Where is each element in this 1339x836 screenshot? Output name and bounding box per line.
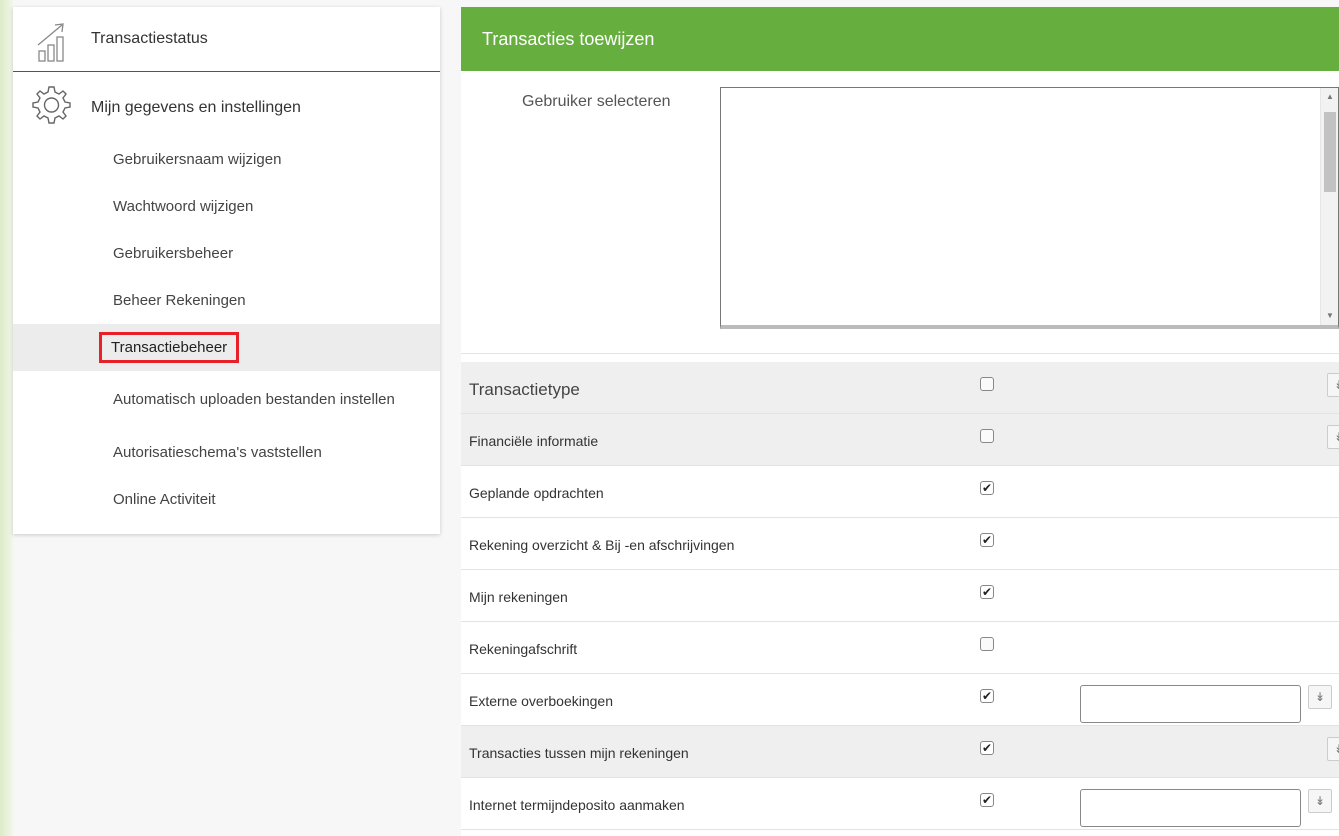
- sidebar-subitem-label: Transactiebeheer: [98, 332, 240, 363]
- table-row: Financiële informatie ↡: [461, 414, 1339, 466]
- table-row: Rekening overzicht & Bij -en afschrijvin…: [461, 518, 1339, 570]
- table-row: Externe overboekingen ✔ ↡: [461, 674, 1339, 726]
- sidebar-subitem-label: Autorisatieschema's vaststellen: [113, 444, 322, 461]
- scroll-up-icon[interactable]: ▲: [1321, 88, 1339, 106]
- checkmark-icon: ✔: [981, 481, 993, 495]
- sidebar-subitem[interactable]: Autorisatieschema's vaststellen: [13, 429, 440, 476]
- row-label: Externe overboekingen: [469, 693, 613, 709]
- expand-icon[interactable]: ↡: [1327, 737, 1339, 761]
- scrollbar[interactable]: ▲ ▼: [1320, 88, 1338, 325]
- sidebar-item-label: Transactiestatus: [91, 30, 208, 47]
- scroll-down-icon[interactable]: ▼: [1321, 307, 1339, 325]
- table-row: Transacties tussen mijn rekeningen ✔ ↡: [461, 726, 1339, 778]
- row-label: Transactietype: [469, 380, 580, 399]
- expand-icon[interactable]: ↡: [1327, 425, 1339, 449]
- row-label: Rekening overzicht & Bij -en afschrijvin…: [469, 537, 735, 553]
- background-edge: [0, 0, 14, 836]
- checkmark-icon: ✔: [981, 585, 993, 599]
- sidebar-subitem[interactable]: Automatisch uploaden bestanden instellen: [13, 371, 440, 429]
- row-label: Financiële informatie: [469, 433, 599, 449]
- row-checkbox[interactable]: ✔: [980, 793, 994, 807]
- settings-submenu: Gebruikersnaam wijzigen Wachtwoord wijzig…: [13, 136, 440, 523]
- table-row: Transactietype ↡: [461, 362, 1339, 414]
- sidebar-subitem[interactable]: Beheer Rekeningen: [13, 277, 440, 324]
- table-row: Rekeningafschrift: [461, 622, 1339, 674]
- expand-icon[interactable]: ↡: [1327, 373, 1339, 397]
- row-checkbox[interactable]: [980, 377, 994, 391]
- sidebar: Transactiestatus Mijn gegevens en instel…: [13, 7, 440, 534]
- panel-header: Transacties toewijzen: [461, 7, 1339, 71]
- sidebar-subitem-label: Wachtwoord wijzigen: [113, 198, 254, 215]
- sidebar-item-transaction-status[interactable]: Transactiestatus: [13, 7, 440, 72]
- scrollbar-thumb[interactable]: [1324, 112, 1336, 192]
- user-select-section: Gebruiker selecteren ▲ ▼: [461, 71, 1339, 354]
- table-row: Internet termijndeposito aanmaken ✔ ↡: [461, 778, 1339, 830]
- row-input[interactable]: [1080, 789, 1301, 827]
- sidebar-subitem-label: Gebruikersnaam wijzigen: [113, 151, 282, 168]
- row-label: Transacties tussen mijn rekeningen: [469, 745, 689, 761]
- row-checkbox[interactable]: [980, 637, 994, 651]
- transaction-type-table: Transactietype ↡ Financiële informatie ↡ Gep…: [461, 362, 1339, 830]
- row-checkbox[interactable]: ✔: [980, 585, 994, 599]
- row-checkbox[interactable]: [980, 429, 994, 443]
- gear-icon: [32, 86, 71, 124]
- sidebar-item-settings[interactable]: Mijn gegevens en instellingen: [13, 72, 440, 136]
- expand-icon[interactable]: ↡: [1308, 685, 1332, 709]
- row-checkbox[interactable]: ✔: [980, 689, 994, 703]
- checkmark-icon: ✔: [981, 793, 993, 807]
- table-row: Mijn rekeningen ✔: [461, 570, 1339, 622]
- sidebar-subitem[interactable]: Gebruikersnaam wijzigen: [13, 136, 440, 183]
- row-checkbox[interactable]: ✔: [980, 533, 994, 547]
- checkmark-icon: ✔: [981, 741, 993, 755]
- expand-icon[interactable]: ↡: [1308, 789, 1332, 813]
- panel-title: Transacties toewijzen: [482, 28, 655, 49]
- row-label: Rekeningafschrift: [469, 641, 578, 657]
- user-select-listbox[interactable]: ▲ ▼: [720, 87, 1339, 329]
- user-select-label: Gebruiker selecteren: [522, 93, 671, 110]
- row-input[interactable]: [1080, 685, 1301, 723]
- sidebar-subitem-label: Automatisch uploaden bestanden instellen: [113, 391, 395, 408]
- chart-icon: [37, 23, 64, 62]
- sidebar-subitem-label: Beheer Rekeningen: [113, 292, 246, 309]
- sidebar-subitem-label: Gebruikersbeheer: [113, 245, 234, 262]
- sidebar-subitem[interactable]: Transactiebeheer: [13, 324, 440, 371]
- row-checkbox[interactable]: ✔: [980, 741, 994, 755]
- row-label: Mijn rekeningen: [469, 589, 568, 605]
- row-label: Internet termijndeposito aanmaken: [469, 797, 685, 813]
- checkmark-icon: ✔: [981, 533, 993, 547]
- sidebar-subitem-label: Online Activiteit: [113, 491, 216, 508]
- row-checkbox[interactable]: ✔: [980, 481, 994, 495]
- sidebar-subitem[interactable]: Gebruikersbeheer: [13, 230, 440, 277]
- sidebar-subitem[interactable]: Wachtwoord wijzigen: [13, 183, 440, 230]
- row-label: Geplande opdrachten: [469, 485, 604, 501]
- sidebar-subitem[interactable]: Online Activiteit: [13, 476, 440, 523]
- table-row: Geplande opdrachten ✔: [461, 466, 1339, 518]
- sidebar-item-label: Mijn gegevens en instellingen: [91, 99, 301, 116]
- checkmark-icon: ✔: [981, 689, 993, 703]
